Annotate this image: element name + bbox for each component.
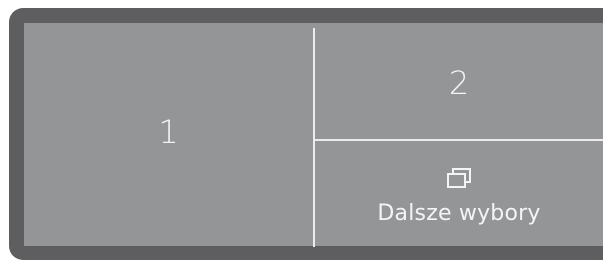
stacked-windows-icon <box>444 161 474 195</box>
option-1-label: 1 <box>158 112 179 151</box>
option-1-button[interactable]: 1 <box>24 23 313 246</box>
more-options-label: Dalsze wybory <box>377 201 541 226</box>
option-2-button[interactable]: 2 <box>315 23 603 139</box>
selection-panel: 1 2 Dalsze wybory <box>24 23 603 247</box>
more-options-button[interactable]: Dalsze wybory <box>315 141 603 246</box>
option-2-label: 2 <box>448 64 470 102</box>
